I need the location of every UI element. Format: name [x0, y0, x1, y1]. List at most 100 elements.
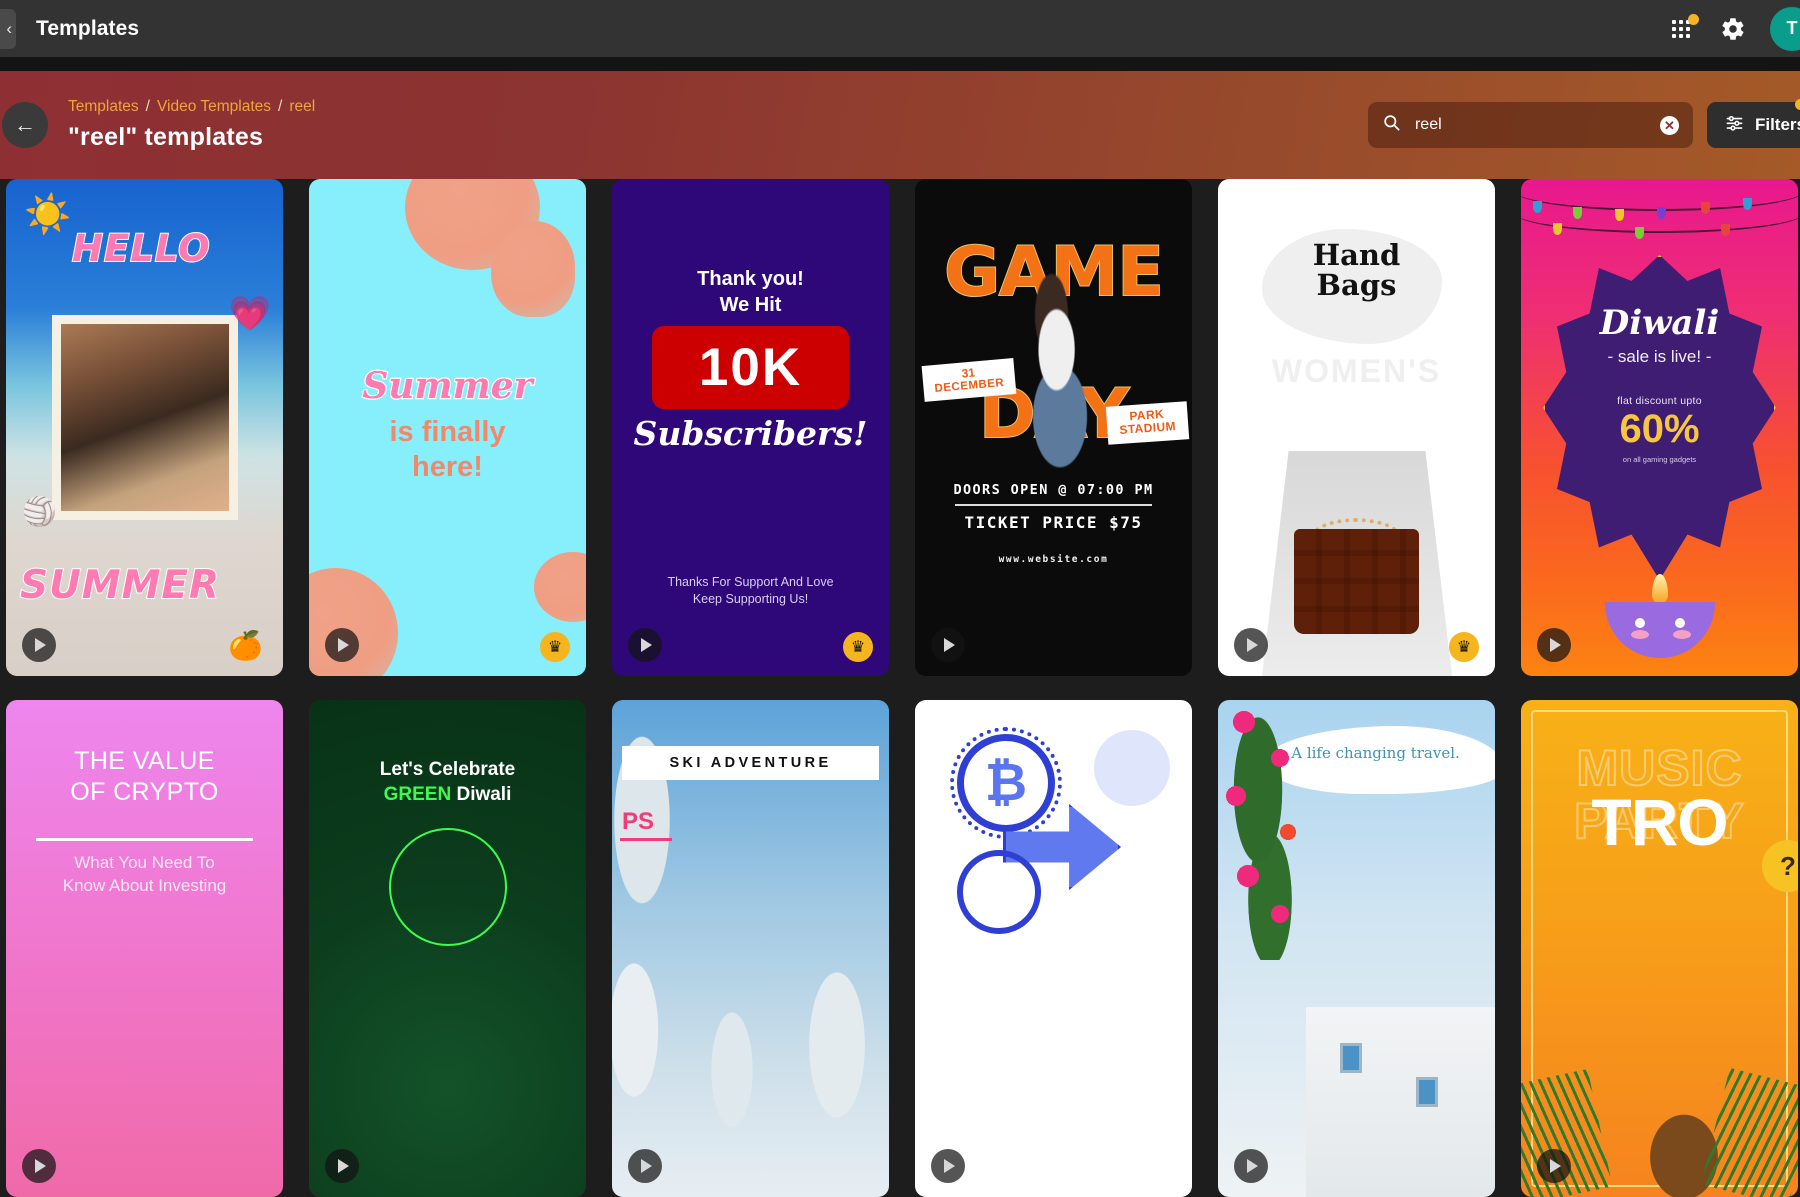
card-accent-text: PS — [622, 808, 654, 836]
subscriber-count: 10K — [699, 337, 802, 398]
play-icon[interactable] — [1234, 1149, 1268, 1183]
clear-search-icon[interactable]: ✕ — [1660, 116, 1679, 135]
bitcoin-coin-icon: ₿ — [957, 734, 1055, 832]
heart-sticker-icon: 💗 — [229, 294, 271, 334]
breadcrumb-separator: / — [146, 98, 150, 116]
beachball-sticker-icon: 🏐 — [22, 495, 57, 528]
discount-note: on all gaming gadgets — [1521, 455, 1798, 464]
play-icon[interactable] — [1537, 628, 1571, 662]
apps-grid-icon[interactable] — [1670, 16, 1696, 42]
card-title-line1: Let's Celebrate — [309, 758, 586, 783]
doors-open-text: DOORS OPEN @ 07:00 PM — [915, 482, 1192, 498]
card-footer-line1: Thanks For Support And Love — [612, 574, 889, 591]
app-title: Templates — [36, 17, 139, 41]
card-heading: Thank you! We Hit — [612, 267, 889, 318]
play-icon[interactable] — [1537, 1149, 1571, 1183]
card-heading-line1: Thank you! — [612, 267, 889, 293]
stamp-photo-frame — [52, 315, 238, 520]
card-title-line2: OF CRYPTO — [6, 777, 283, 808]
play-icon[interactable] — [628, 1149, 662, 1183]
app-bar: ‹ Templates T — [0, 0, 1800, 57]
play-icon[interactable] — [931, 1149, 965, 1183]
breadcrumb-separator: / — [278, 98, 282, 116]
card-title-line1: THE VALUE — [6, 746, 283, 777]
card-subtitle: SUMMER — [20, 563, 220, 608]
discount-label: flat discount upto — [1521, 395, 1798, 407]
template-card-music-party[interactable]: MUSIC PARTY TRO ? — [1521, 700, 1798, 1197]
template-card-hand-bags[interactable]: Hand Bags WOMEN'S ♛ — [1218, 179, 1495, 676]
card-subtitle: - sale is live! - — [1521, 347, 1798, 367]
search-header: ← Templates / Video Templates / reel "re… — [0, 71, 1800, 179]
diya-lamp-decor — [1605, 602, 1715, 658]
play-icon[interactable] — [325, 1149, 359, 1183]
bitcoin-coin-secondary-icon — [957, 850, 1041, 934]
template-card-bitcoin-transfer[interactable]: ₿ — [915, 700, 1192, 1197]
card-footer: Thanks For Support And Love Keep Support… — [612, 574, 889, 608]
template-card-diwali-sale[interactable]: Diwali - sale is live! - flat discount u… — [1521, 179, 1798, 676]
arrow-left-icon: ← — [14, 112, 36, 138]
decor-blob — [491, 221, 575, 317]
play-icon[interactable] — [22, 1149, 56, 1183]
apps-badge — [1688, 14, 1699, 25]
template-card-life-changing-travel[interactable]: A life changing travel. — [1218, 700, 1495, 1197]
play-icon[interactable] — [1234, 628, 1268, 662]
orange-slice-sticker-icon: 🍊 — [228, 629, 263, 662]
card-title: Diwali — [1521, 303, 1798, 343]
back-button[interactable]: ← — [2, 102, 48, 148]
breadcrumb: Templates / Video Templates / reel — [68, 98, 315, 116]
sun-sticker-icon: ☀️ — [24, 193, 71, 237]
filters-button[interactable]: Filters — [1707, 102, 1800, 148]
breadcrumb-block: Templates / Video Templates / reel "reel… — [68, 98, 315, 152]
card-title-highlight: GREEN — [384, 784, 452, 805]
page-title: "reel" templates — [68, 123, 315, 152]
search-field[interactable]: ✕ — [1368, 102, 1693, 148]
card-watermark: WOMEN'S — [1218, 353, 1495, 390]
card-title-line2: Bags — [1218, 271, 1495, 301]
app-back-button[interactable]: ‹ — [0, 9, 16, 49]
sliders-icon — [1725, 113, 1744, 137]
template-card-green-diwali[interactable]: Let's Celebrate GREEN Diwali — [309, 700, 586, 1197]
avatar[interactable]: T — [1770, 7, 1800, 51]
template-card-10k-subscribers[interactable]: Thank you! We Hit 10K Subscribers! Thank… — [612, 179, 889, 676]
card-title: TRO — [1521, 784, 1798, 860]
play-icon[interactable] — [325, 628, 359, 662]
card-title-line2: Diwali — [451, 784, 511, 805]
card-subtitle: What You Need To Know About Investing — [6, 852, 283, 898]
divider-strip — [0, 57, 1800, 71]
card-title: THE VALUE OF CRYPTO — [6, 746, 283, 807]
play-icon[interactable] — [22, 628, 56, 662]
divider — [36, 838, 253, 841]
templates-grid: ☀️ HELLO 💗 🏐 SUMMER 🍊 Summer is finally … — [0, 179, 1800, 900]
ticket-price-text: TICKET PRICE $75 — [915, 513, 1192, 532]
filters-label: Filters — [1755, 115, 1800, 135]
search-actions: ✕ Filters — [1368, 102, 1800, 148]
decor-blob — [534, 552, 586, 622]
template-card-hello-summer[interactable]: ☀️ HELLO 💗 🏐 SUMMER 🍊 — [6, 179, 283, 676]
card-title-banner: SKI ADVENTURE — [622, 746, 879, 780]
greek-house-photo — [1306, 1007, 1495, 1197]
play-icon[interactable] — [931, 628, 965, 662]
play-icon[interactable] — [628, 628, 662, 662]
breadcrumb-item-video-templates[interactable]: Video Templates — [157, 98, 271, 116]
neon-ring-decor — [389, 828, 507, 946]
card-subtitle-line1: is finally — [309, 415, 586, 450]
divider — [955, 504, 1152, 506]
bougainvillea-photo — [1218, 700, 1322, 960]
crown-icon: ♛ — [1449, 632, 1479, 662]
breadcrumb-item-templates[interactable]: Templates — [68, 98, 139, 116]
card-title: Let's Celebrate GREEN Diwali — [309, 758, 586, 807]
website-text: www.website.com — [915, 554, 1192, 565]
card-subtitle-line2: here! — [309, 450, 586, 485]
search-icon — [1382, 113, 1401, 137]
card-footer-line2: Keep Supporting Us! — [612, 591, 889, 608]
template-card-summer-is-finally-here[interactable]: Summer is finally here! ♛ — [309, 179, 586, 676]
venue-line2: STADIUM — [1119, 420, 1176, 437]
crown-icon: ♛ — [540, 632, 570, 662]
card-title: HELLO — [72, 227, 211, 270]
template-card-game-day[interactable]: GAME DAY 31 DECEMBER PARK STADIUM DOORS … — [915, 179, 1192, 676]
app-bar-actions: T — [1670, 7, 1800, 51]
search-input[interactable] — [1415, 116, 1646, 134]
template-card-value-of-crypto[interactable]: THE VALUE OF CRYPTO What You Need To Kno… — [6, 700, 283, 1197]
gear-icon[interactable] — [1720, 16, 1746, 42]
template-card-ski-adventure[interactable]: SKI ADVENTURE PS — [612, 700, 889, 1197]
